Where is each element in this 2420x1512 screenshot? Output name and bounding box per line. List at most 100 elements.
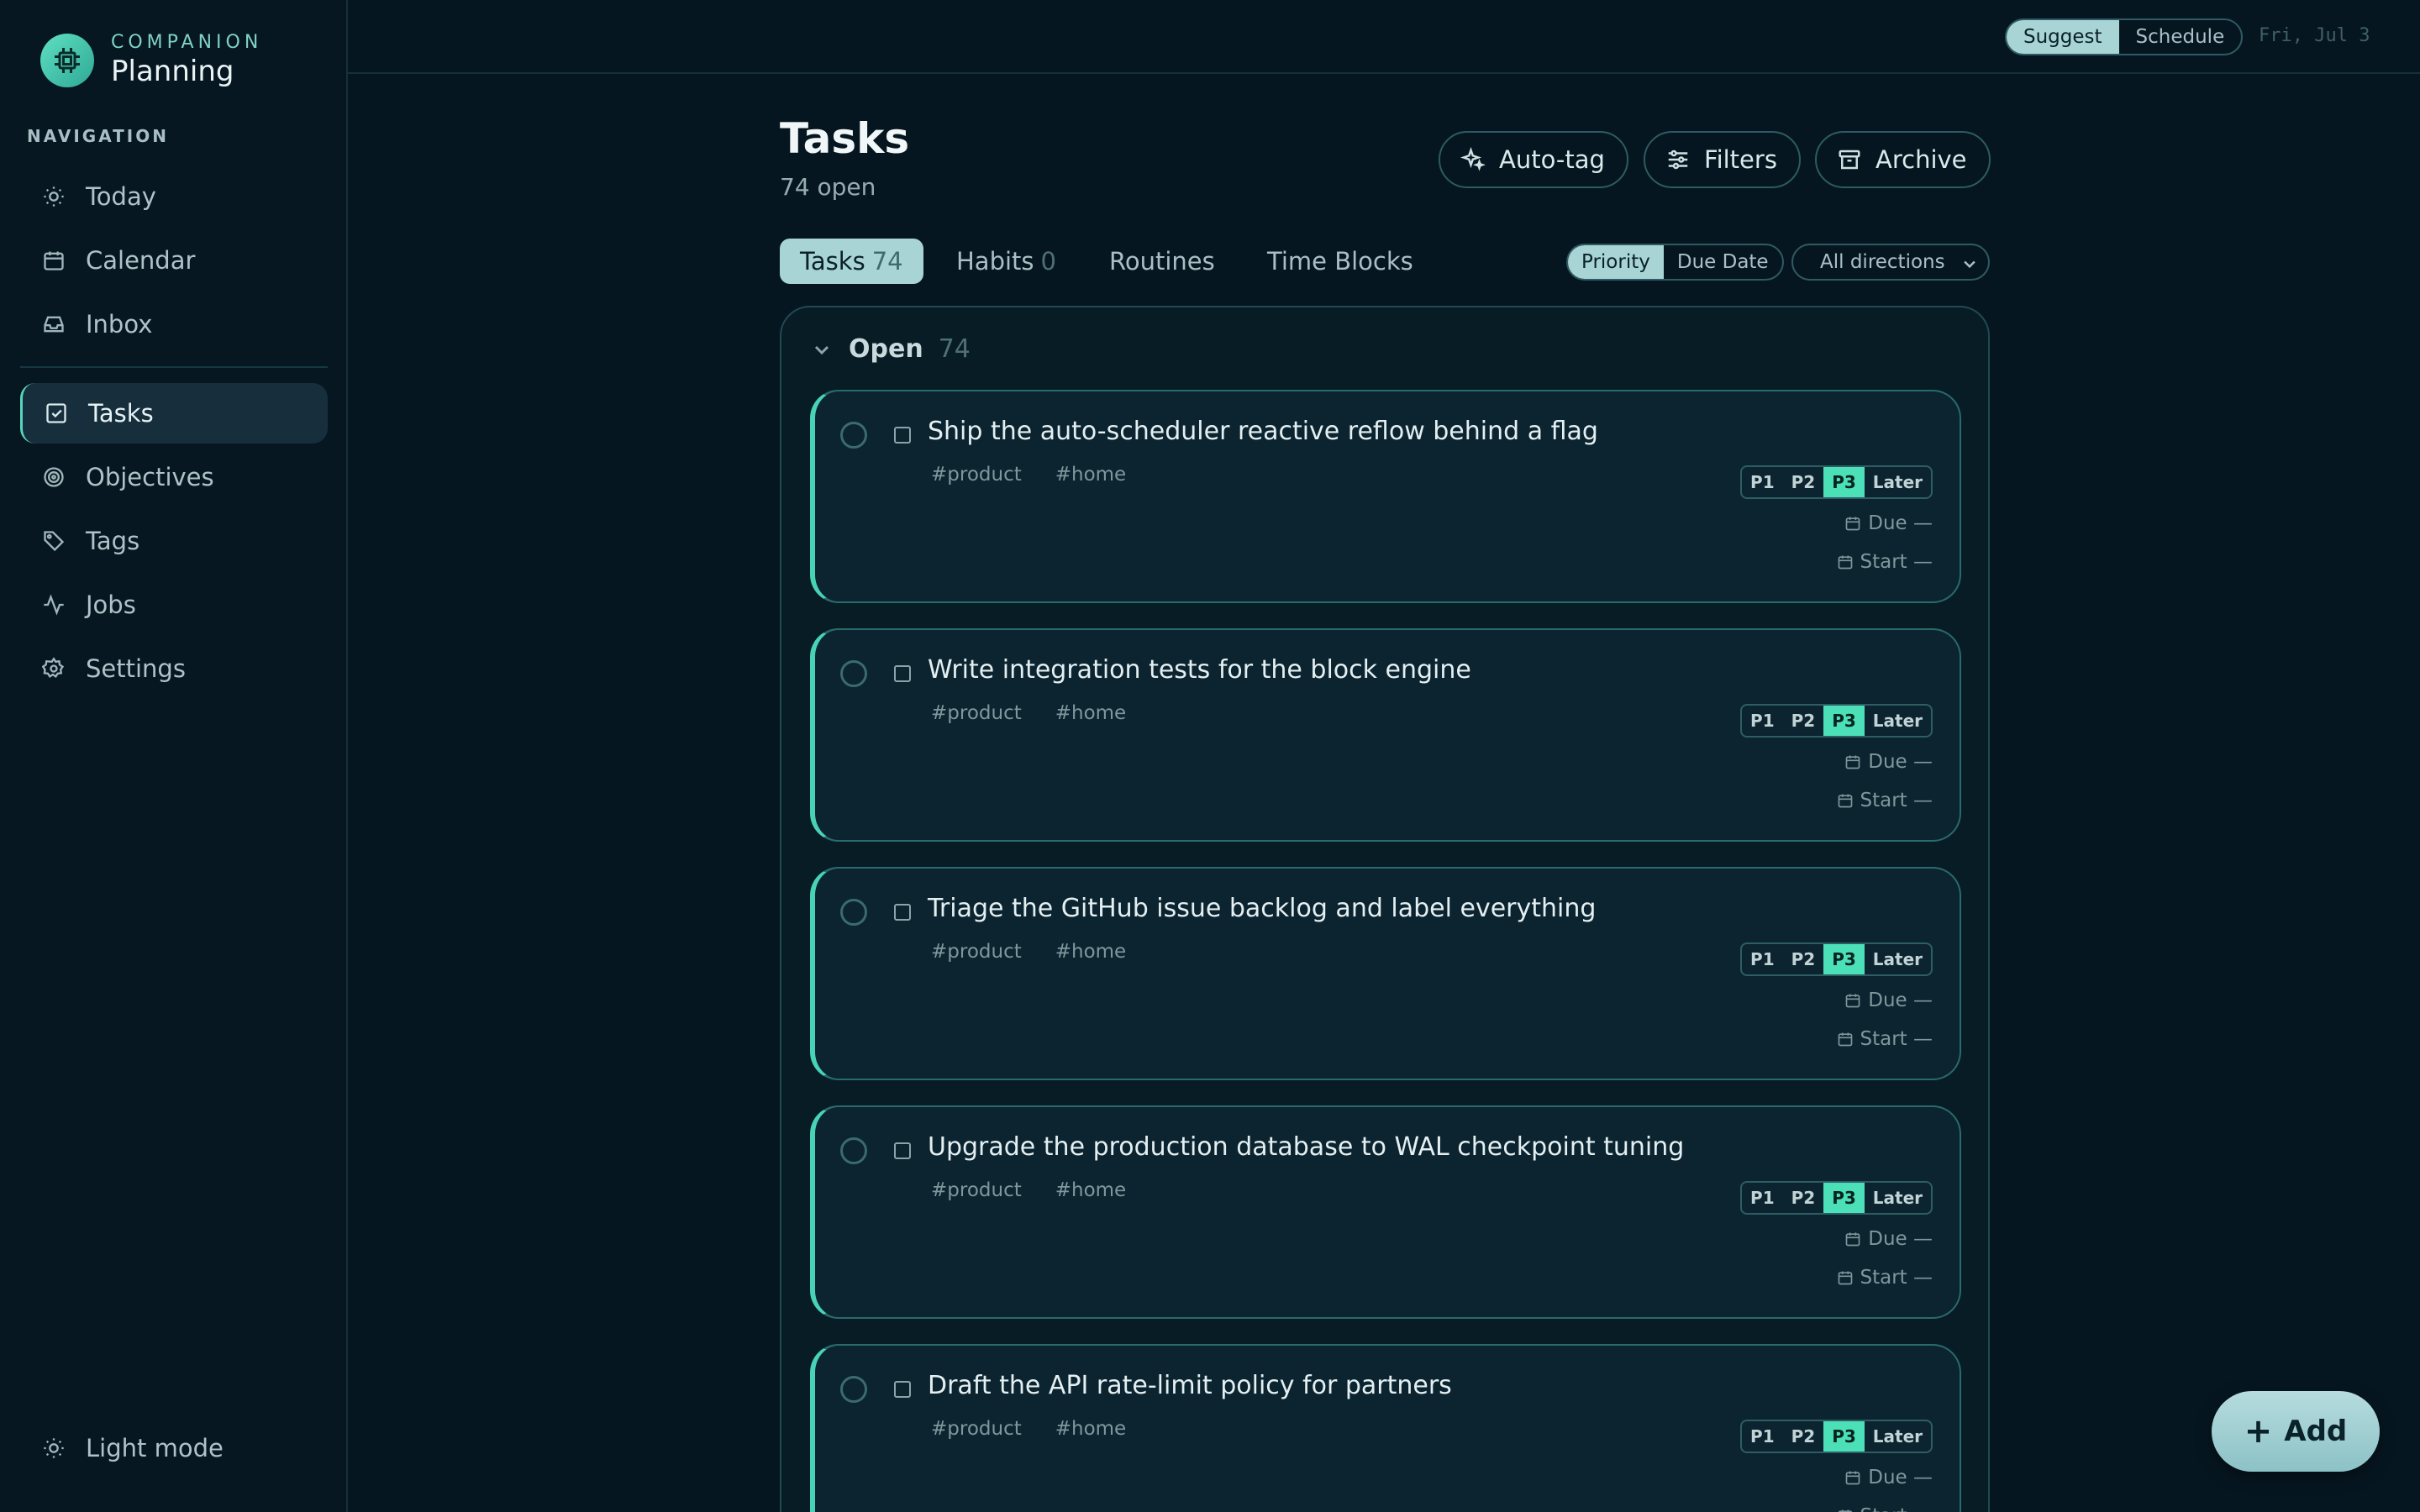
sidebar-item-calendar[interactable]: Calendar — [20, 230, 328, 291]
tag-chip[interactable]: #home — [1055, 1179, 1126, 1201]
tab-routines[interactable]: Routines — [1089, 239, 1235, 284]
priority-p3-button[interactable]: P3 — [1823, 467, 1865, 497]
sort-due-date-button[interactable]: Due Date — [1664, 245, 1782, 279]
due-date[interactable]: Due — — [1844, 1228, 1933, 1250]
start-date[interactable]: Start — — [1837, 551, 1933, 573]
sidebar-item-tasks[interactable]: Tasks — [20, 383, 328, 444]
priority-later-button[interactable]: Later — [1865, 1421, 1931, 1452]
group-header[interactable]: Open 74 — [812, 334, 971, 364]
task-group-open: Open 74 Ship the auto-scheduler reactive… — [780, 306, 1990, 1512]
task-card[interactable]: Triage the GitHub issue backlog and labe… — [810, 867, 1961, 1080]
priority-p2-button[interactable]: P2 — [1783, 944, 1824, 974]
task-title[interactable]: Triage the GitHub issue backlog and labe… — [928, 894, 1596, 923]
complete-radio[interactable] — [840, 660, 867, 687]
sort-toggle: Priority Due Date — [1566, 244, 1784, 281]
brand-kicker: COMPANION — [111, 32, 263, 53]
sidebar-item-label: Inbox — [86, 310, 153, 339]
tag-chip[interactable]: #home — [1055, 702, 1126, 724]
filters-button[interactable]: Filters — [1644, 131, 1801, 188]
start-date[interactable]: Start — — [1837, 1505, 1933, 1512]
due-date[interactable]: Due — — [1844, 990, 1933, 1011]
priority-p2-button[interactable]: P2 — [1783, 1183, 1824, 1213]
task-card[interactable]: Upgrade the production database to WAL c… — [810, 1105, 1961, 1319]
tag-chip[interactable]: #home — [1055, 464, 1126, 486]
start-date[interactable]: Start — — [1837, 790, 1933, 811]
due-label: Due — — [1868, 990, 1933, 1011]
task-card[interactable]: Ship the auto-scheduler reactive reflow … — [810, 390, 1961, 603]
sort-priority-button[interactable]: Priority — [1568, 245, 1664, 279]
priority-p3-button[interactable]: P3 — [1823, 1183, 1865, 1213]
priority-later-button[interactable]: Later — [1865, 944, 1931, 974]
light-mode-toggle[interactable]: Light mode — [20, 1418, 328, 1478]
complete-radio[interactable] — [840, 422, 867, 449]
auto-tag-button[interactable]: Auto-tag — [1439, 131, 1628, 188]
priority-later-button[interactable]: Later — [1865, 1183, 1931, 1213]
tag-chip[interactable]: #home — [1055, 1418, 1126, 1440]
tag-chip[interactable]: #product — [931, 1179, 1022, 1201]
priority-p1-button[interactable]: P1 — [1742, 706, 1783, 736]
calendar-icon — [1837, 1508, 1854, 1512]
select-checkbox[interactable] — [894, 1142, 911, 1159]
direction-select[interactable]: All directions — [1791, 244, 1990, 281]
task-title[interactable]: Draft the API rate-limit policy for part… — [928, 1371, 1452, 1400]
select-checkbox[interactable] — [894, 427, 911, 444]
tag-chip[interactable]: #product — [931, 702, 1022, 724]
start-date[interactable]: Start — — [1837, 1267, 1933, 1289]
select-checkbox[interactable] — [894, 904, 911, 921]
calendar-icon — [1844, 1231, 1861, 1247]
archive-button[interactable]: Archive — [1815, 131, 1991, 188]
priority-selector: P1 P2 P3 Later — [1740, 942, 1933, 976]
archive-icon — [1837, 147, 1862, 172]
tag-chip[interactable]: #home — [1055, 941, 1126, 963]
priority-p3-button[interactable]: P3 — [1823, 706, 1865, 736]
priority-p2-button[interactable]: P2 — [1783, 467, 1824, 497]
task-title[interactable]: Ship the auto-scheduler reactive reflow … — [928, 417, 1598, 446]
add-task-button[interactable]: + Add — [2212, 1391, 2380, 1472]
due-date[interactable]: Due — — [1844, 751, 1933, 773]
calendar-icon — [1837, 554, 1854, 570]
calendar-icon — [1837, 1031, 1854, 1047]
priority-p1-button[interactable]: P1 — [1742, 944, 1783, 974]
priority-p1-button[interactable]: P1 — [1742, 1421, 1783, 1452]
due-date[interactable]: Due — — [1844, 512, 1933, 534]
tab-time-blocks[interactable]: Time Blocks — [1247, 239, 1434, 284]
priority-later-button[interactable]: Later — [1865, 706, 1931, 736]
sidebar-item-settings[interactable]: Settings — [20, 638, 328, 699]
select-checkbox[interactable] — [894, 1381, 911, 1398]
tag-chip[interactable]: #product — [931, 464, 1022, 486]
task-card[interactable]: Write integration tests for the block en… — [810, 628, 1961, 842]
tab-tasks[interactable]: Tasks 74 — [780, 239, 923, 284]
priority-p2-button[interactable]: P2 — [1783, 1421, 1824, 1452]
sidebar-item-objectives[interactable]: Objectives — [20, 447, 328, 507]
start-date[interactable]: Start — — [1837, 1028, 1933, 1050]
priority-p1-button[interactable]: P1 — [1742, 467, 1783, 497]
task-tags: #product #home — [931, 941, 1160, 963]
due-label: Due — — [1868, 751, 1933, 773]
brand[interactable]: COMPANION Planning — [40, 32, 262, 89]
calendar-icon — [1844, 753, 1861, 770]
complete-radio[interactable] — [840, 899, 867, 926]
sidebar-item-jobs[interactable]: Jobs — [20, 575, 328, 635]
tag-chip[interactable]: #product — [931, 941, 1022, 963]
nav-divider — [20, 366, 328, 368]
complete-radio[interactable] — [840, 1376, 867, 1403]
select-checkbox[interactable] — [894, 665, 911, 682]
priority-later-button[interactable]: Later — [1865, 467, 1931, 497]
priority-p2-button[interactable]: P2 — [1783, 706, 1824, 736]
sidebar: COMPANION Planning NAVIGATION Today Cale… — [0, 0, 348, 1512]
priority-p3-button[interactable]: P3 — [1823, 944, 1865, 974]
tab-habits[interactable]: Habits 0 — [936, 239, 1076, 284]
mode-schedule-button[interactable]: Schedule — [2119, 20, 2242, 54]
task-card[interactable]: Draft the API rate-limit policy for part… — [810, 1344, 1961, 1512]
mode-suggest-button[interactable]: Suggest — [2007, 20, 2119, 54]
sidebar-item-tags[interactable]: Tags — [20, 511, 328, 571]
due-date[interactable]: Due — — [1844, 1467, 1933, 1488]
task-title[interactable]: Upgrade the production database to WAL c… — [928, 1132, 1684, 1162]
sidebar-item-inbox[interactable]: Inbox — [20, 294, 328, 354]
task-title[interactable]: Write integration tests for the block en… — [928, 655, 1471, 685]
tag-chip[interactable]: #product — [931, 1418, 1022, 1440]
priority-p1-button[interactable]: P1 — [1742, 1183, 1783, 1213]
priority-p3-button[interactable]: P3 — [1823, 1421, 1865, 1452]
complete-radio[interactable] — [840, 1137, 867, 1164]
sidebar-item-today[interactable]: Today — [20, 166, 328, 227]
